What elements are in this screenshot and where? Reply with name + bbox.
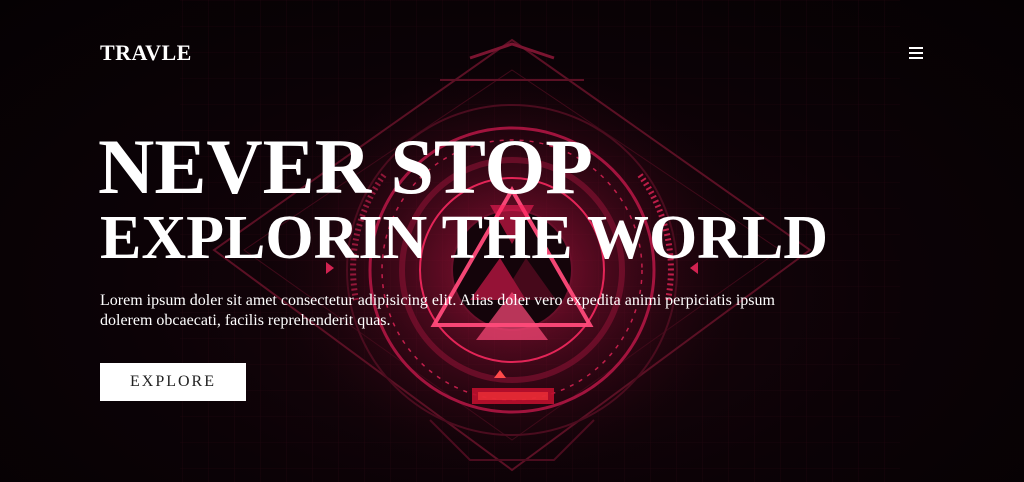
menu-bar-top bbox=[909, 47, 923, 49]
hamburger-menu-icon[interactable] bbox=[906, 44, 926, 62]
top-navigation: TRAVLE bbox=[0, 0, 1024, 100]
brand-logo[interactable]: TRAVLE bbox=[100, 40, 192, 66]
menu-bar-bottom bbox=[909, 57, 923, 59]
hero-description: Lorem ipsum doler sit amet consectetur a… bbox=[100, 292, 775, 329]
hero-title-line-2: EXPLORIN THE WORLD bbox=[100, 204, 829, 272]
hero-section: TRAVLE NEVER STOP EXPLORIN THE WORLD Lor… bbox=[0, 0, 1024, 482]
explore-button[interactable]: EXPLORE bbox=[100, 363, 246, 401]
menu-bar-middle bbox=[909, 52, 923, 54]
hero-title-line-1: NEVER STOP bbox=[98, 123, 593, 210]
